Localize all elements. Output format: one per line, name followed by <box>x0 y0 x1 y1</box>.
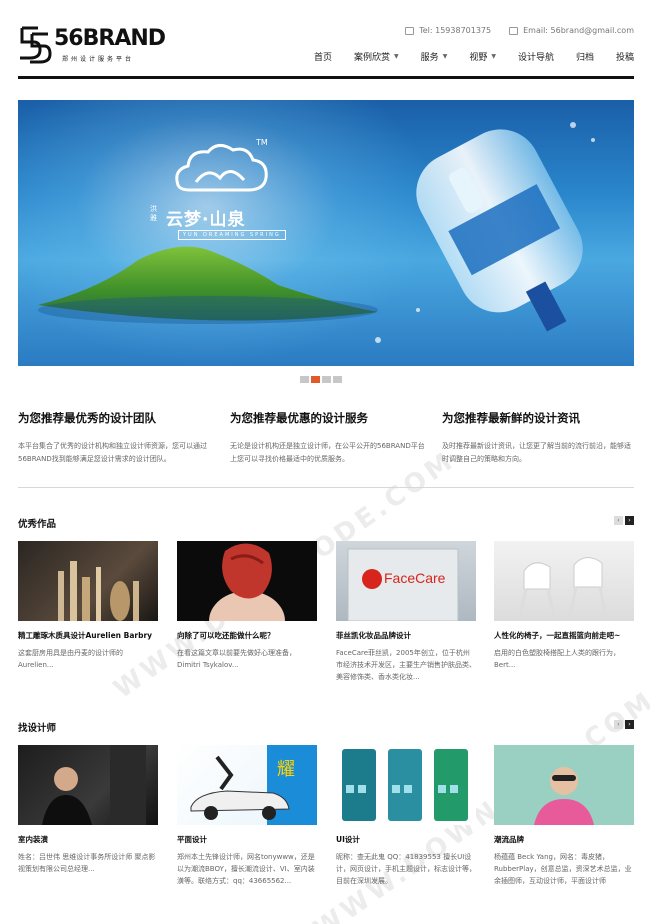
work-thumbnail[interactable]: FaceCare <box>336 541 476 621</box>
designer-card[interactable]: 耀 平面设计 郑州本土先锋设计师，网名tonywww，还是以为潮流BBOY，擅长… <box>177 745 317 887</box>
email-text: Email: 56brand@gmail.com <box>523 26 634 35</box>
nav-label: 投稿 <box>615 53 634 63</box>
slider-dots <box>300 376 342 383</box>
slider-dot[interactable] <box>322 376 331 383</box>
logo-tagline: 郑州设计服务平台 <box>62 56 135 63</box>
intro-text: 本平台集合了优秀的设计机构和独立设计师资源，您可以通过56BRAND找到能够满足… <box>18 442 207 463</box>
works-pager: ‹ › <box>614 516 634 525</box>
site-header: 56BRAND 郑州设计服务平台 Tel: 15938701375 Email:… <box>18 18 634 80</box>
work-title[interactable]: 菲丝凯化妆品品牌设计 <box>336 630 476 641</box>
nav-archive[interactable]: 归档 <box>576 50 594 63</box>
nav-home[interactable]: 首页 <box>314 50 332 63</box>
site-logo[interactable]: 56BRAND 郑州设计服务平台 <box>18 22 168 66</box>
intro-column: 为您推荐最优秀的设计团队 本平台集合了优秀的设计机构和独立设计师资源，您可以通过… <box>18 410 214 466</box>
chevron-down-icon: ▼ <box>394 53 399 60</box>
contact-tel: Tel: 15938701375 <box>405 26 491 35</box>
next-arrow-icon[interactable]: › <box>625 516 634 525</box>
section-divider <box>18 487 634 488</box>
svg-text:耀: 耀 <box>277 759 295 780</box>
logo-text: 56BRAND <box>54 26 166 51</box>
intro-text: 及时推荐最新设计资讯，让您更了解当前的流行前沿，能够适时调整自己的策略和方向。 <box>442 442 631 463</box>
intro-section: 为您推荐最优秀的设计团队 本平台集合了优秀的设计机构和独立设计师资源，您可以通过… <box>18 410 634 470</box>
slider-dot[interactable] <box>300 376 309 383</box>
designer-excerpt: 姓名：吕世伟 思维设计事务所设计师 聚点影视策划有限公司总经理... <box>18 853 156 873</box>
intro-column: 为您推荐最新鲜的设计资讯 及时推荐最新设计资讯，让您更了解当前的流行前沿，能够适… <box>442 410 634 466</box>
next-arrow-icon[interactable]: › <box>625 720 634 729</box>
nav-design-nav[interactable]: 设计导航 <box>518 50 554 63</box>
designer-card[interactable]: 室内装潢 姓名：吕世伟 思维设计事务所设计师 聚点影视策划有限公司总经理... <box>18 745 158 875</box>
slider-dot-active[interactable] <box>311 376 320 383</box>
hero-banner[interactable]: TM 云梦·山泉 洪雅 YUN DREAMING SPRING <box>18 100 634 366</box>
logo-mark-icon <box>20 26 52 64</box>
phone-icon <box>405 26 415 35</box>
chevron-down-icon: ▼ <box>442 53 448 60</box>
work-card[interactable]: 人性化的椅子，一起直摇篮向前走吧~ 启用的白色塑胶椅搭配上人类的跟行为，Bert… <box>494 541 634 671</box>
designer-card[interactable]: 潮流品牌 杨蕴蕴 Beck Yang，网名：毒皮猪，RubberPlay，创意总… <box>494 745 634 887</box>
contact-bar: Tel: 15938701375 Email: 56brand@gmail.co… <box>405 26 634 35</box>
contact-email[interactable]: Email: 56brand@gmail.com <box>509 26 634 35</box>
designer-thumbnail[interactable] <box>494 745 634 825</box>
nav-label: 首页 <box>314 53 333 63</box>
designers-pager: ‹ › <box>614 720 634 729</box>
banner-brand-en: YUN DREAMING SPRING <box>178 230 286 240</box>
work-excerpt: 启用的白色塑胶椅搭配上人类的跟行为，Bert... <box>494 649 620 669</box>
work-excerpt: FaceCare菲丝凯，2005年创立，位于杭州市经济技术开发区，主要生产销售护… <box>336 649 476 681</box>
work-title[interactable]: 向除了可以吃还能做什么呢？ <box>177 630 317 641</box>
work-thumbnail[interactable] <box>177 541 317 621</box>
cloud-logo-icon <box>175 144 268 192</box>
designer-thumbnail[interactable] <box>336 745 476 825</box>
nav-label: 案例欣赏 <box>354 53 391 63</box>
prev-arrow-icon[interactable]: ‹ <box>614 516 623 525</box>
intro-title: 为您推荐最优秀的设计团队 <box>18 411 156 425</box>
mail-icon <box>509 26 519 35</box>
designer-card[interactable]: UI设计 昵称：查无此鬼 QQ：41839553 擅长UI设计，网页设计，手机主… <box>336 745 476 887</box>
nav-label: 服务 <box>420 53 439 63</box>
intro-text: 无论是设计机构还是独立设计师，在公平公开的56BRAND平台上您可以寻找价格最适… <box>230 442 425 463</box>
designer-title[interactable]: 平面设计 <box>177 834 317 845</box>
work-thumbnail[interactable] <box>18 541 158 621</box>
prev-arrow-icon[interactable]: ‹ <box>614 720 623 729</box>
work-excerpt: 在看这篇文章以前要先做好心理准备，Dimitri Tsykalov... <box>177 649 296 669</box>
work-excerpt: 这套厨房用具是由丹麦的设计师的Aurelien... <box>18 649 123 669</box>
intro-title: 为您推荐最新鲜的设计资讯 <box>442 411 580 425</box>
designer-thumbnail[interactable] <box>18 745 158 825</box>
designers-section-title: 找设计师 <box>18 723 57 734</box>
tel-text: Tel: 15938701375 <box>419 26 492 35</box>
nav-cases[interactable]: 案例欣赏 ▼ <box>354 50 399 63</box>
banner-brand-name: 云梦·山泉 <box>166 210 246 230</box>
designer-title[interactable]: UI设计 <box>336 834 476 845</box>
nav-label: 视野 <box>469 53 488 63</box>
mountain-island <box>38 122 595 343</box>
designer-excerpt: 杨蕴蕴 Beck Yang，网名：毒皮猪，RubberPlay，创意总监，资深艺… <box>494 853 632 885</box>
designer-excerpt: 郑州本土先锋设计师，网名tonywww，还是以为潮流BBOY，擅长潮流设计、VI… <box>177 853 315 885</box>
banner-brand-side: 洪雅 <box>150 205 157 222</box>
work-title[interactable]: 精工雕琢木质具设计Aurelien Barbry <box>18 630 158 641</box>
intro-column: 为您推荐最优惠的设计服务 无论是设计机构还是独立设计师，在公平公开的56BRAN… <box>230 410 426 466</box>
trademark-mark: TM <box>256 138 268 147</box>
designer-title[interactable]: 室内装潢 <box>18 834 158 845</box>
designer-excerpt: 昵称：查无此鬼 QQ：41839553 擅长UI设计，网页设计，手机主题设计，标… <box>336 853 476 885</box>
nav-label: 设计导航 <box>517 53 554 63</box>
header-divider <box>18 76 634 79</box>
work-card[interactable]: 精工雕琢木质具设计Aurelien Barbry 这套厨房用具是由丹麦的设计师的… <box>18 541 158 671</box>
works-section-title: 优秀作品 <box>18 519 57 530</box>
nav-submit[interactable]: 投稿 <box>616 50 634 63</box>
work-card[interactable]: FaceCare 菲丝凯化妆品品牌设计 FaceCare菲丝凯，2005年创立，… <box>336 541 476 683</box>
designer-thumbnail[interactable]: 耀 <box>177 745 317 825</box>
intro-title: 为您推荐最优惠的设计服务 <box>230 411 368 425</box>
work-title[interactable]: 人性化的椅子，一起直摇篮向前走吧~ <box>494 630 634 641</box>
nav-vision[interactable]: 视野 ▼ <box>469 50 496 63</box>
main-nav: 首页 案例欣赏 ▼ 服务 ▼ 视野 ▼ 设计导航 归档 投稿 <box>314 50 634 63</box>
chevron-down-icon: ▼ <box>491 53 496 60</box>
work-card[interactable]: 向除了可以吃还能做什么呢？ 在看这篇文章以前要先做好心理准备，Dimitri T… <box>177 541 317 671</box>
svg-text:FaceCare: FaceCare <box>384 570 446 586</box>
nav-services[interactable]: 服务 ▼ <box>421 50 448 63</box>
work-thumbnail[interactable] <box>494 541 634 621</box>
nav-label: 归档 <box>575 53 594 63</box>
designer-title[interactable]: 潮流品牌 <box>494 834 634 845</box>
slider-dot[interactable] <box>333 376 342 383</box>
